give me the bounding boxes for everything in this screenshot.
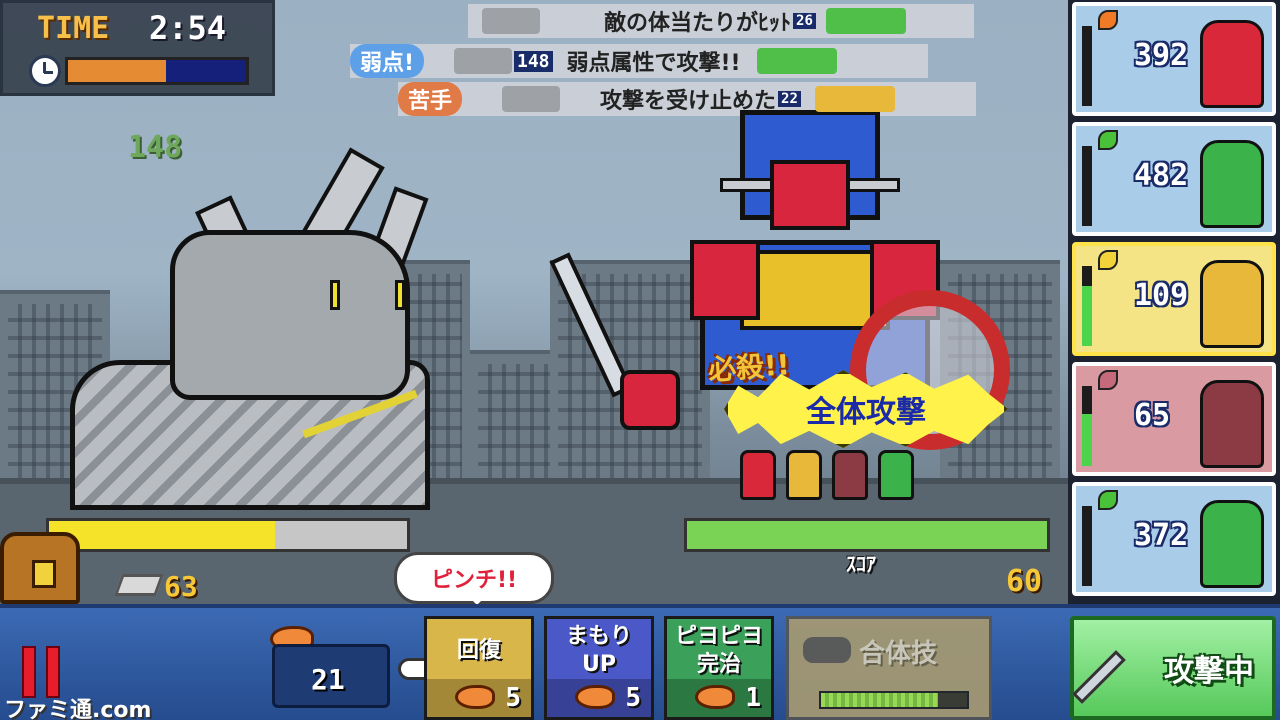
leaf-element-icon	[1098, 130, 1118, 150]
special-gauge	[1082, 386, 1092, 466]
fire-element-icon	[1098, 10, 1118, 30]
combo-charge-fill	[821, 693, 938, 707]
fish-icon	[695, 685, 735, 709]
hero-mini-icon	[814, 86, 895, 112]
hero-mini-icon	[756, 48, 837, 74]
defense-label-up: UP	[582, 652, 616, 677]
combo-label: 合体技	[859, 639, 938, 669]
ingot-icon	[113, 574, 165, 596]
treasure-chest-icon[interactable]	[0, 532, 80, 604]
clock-icon	[29, 55, 61, 87]
battle-log-row: 苦手 攻撃を受け止めた 22	[398, 82, 976, 116]
log-text: 敵の体当たりがﾋｯﾄ	[604, 11, 792, 36]
hero-sprite	[740, 450, 776, 500]
special-gauge	[1082, 146, 1092, 226]
command-bar: 21 回復 5 まもり UP 5 ピヨピヨ 完治 1 合体技 攻撃中	[0, 604, 1280, 720]
team-hp-bar	[684, 518, 1050, 552]
resist-tag: 苦手	[398, 82, 463, 116]
leaf-element-icon	[1098, 490, 1118, 510]
enemy-kaiju[interactable]	[60, 147, 440, 510]
hero-hp: 372	[1134, 518, 1189, 553]
hero-sprite	[832, 450, 868, 500]
team-card-thunder[interactable]: 109	[1072, 242, 1276, 356]
defense-label: まもり	[565, 624, 632, 649]
cure-label-2: 完治	[696, 652, 741, 677]
hero-party	[740, 440, 980, 500]
timer-progress-fill	[68, 60, 166, 82]
hero-hp: 482	[1134, 158, 1189, 193]
score-label: ｽｺｱ	[846, 552, 876, 576]
heal-cost: 5	[505, 683, 521, 713]
enemy-mini-icon	[482, 8, 540, 34]
hero-hp: 109	[1134, 278, 1189, 313]
hero-portrait	[1200, 140, 1264, 228]
dark-element-icon	[1098, 370, 1118, 390]
defense-cost: 5	[625, 683, 641, 713]
score-value: 60	[1006, 564, 1043, 599]
combo-charge-bar	[819, 691, 969, 709]
enemy-mini-icon	[454, 48, 512, 74]
hero-sprite	[878, 450, 914, 500]
fish-total: 21	[311, 663, 345, 696]
hero-mini-icon	[825, 8, 906, 34]
timer-value: 2:54	[149, 9, 227, 47]
enemy-hp-bar	[46, 518, 410, 552]
attack-label: 攻撃中	[1164, 654, 1254, 689]
log-damage: 22	[778, 91, 801, 107]
thunder-element-icon	[1098, 250, 1118, 270]
enemy-mini-icon	[502, 86, 560, 112]
battle-log-row: 敵の体当たりがﾋｯﾄ 26	[468, 4, 974, 38]
log-text: 弱点属性で攻撃!!	[566, 51, 741, 76]
log-text: 攻撃を受け止めた	[600, 89, 777, 114]
defense-up-button[interactable]: まもり UP 5	[544, 616, 654, 720]
hero-hp: 65	[1134, 398, 1171, 433]
pinch-speech-bubble: ピンチ!!	[394, 552, 554, 604]
heal-button[interactable]: 回復 5	[424, 616, 534, 720]
timer-progress-bar	[65, 57, 249, 85]
watermark: ファミ通.com	[4, 698, 152, 720]
combo-attack-button[interactable]: 合体技	[786, 616, 992, 720]
fish-total-box: 21	[272, 644, 390, 708]
fish-icon	[455, 685, 495, 709]
hero-hp: 392	[1134, 38, 1189, 73]
attack-button[interactable]: 攻撃中	[1070, 616, 1276, 720]
fish-icon	[575, 685, 615, 709]
ingot-count: 63	[164, 570, 198, 603]
cure-label: ピヨピヨ	[674, 624, 763, 649]
team-card-dark[interactable]: 65	[1072, 362, 1276, 476]
cure-button[interactable]: ピヨピヨ 完治 1	[664, 616, 774, 720]
sword-icon	[1072, 650, 1126, 704]
team-cards-panel: 392 482 109 65 372	[1068, 0, 1280, 604]
hero-portrait	[1200, 380, 1264, 468]
cure-cost: 1	[745, 683, 761, 713]
hero-portrait	[1200, 20, 1264, 108]
special-attack-name: 全体攻撃	[806, 395, 926, 430]
special-gauge	[1082, 266, 1092, 346]
special-gauge	[1082, 506, 1092, 586]
fist-icon	[803, 637, 851, 663]
battle-log-row: 弱点! 148 弱点属性で攻撃!!	[350, 44, 928, 78]
weakness-tag: 弱点!	[350, 44, 425, 78]
hero-sprite	[786, 450, 822, 500]
timer-label: TIME	[37, 11, 110, 46]
special-gauge	[1082, 26, 1092, 106]
hero-portrait	[1200, 260, 1264, 348]
team-card-leaf[interactable]: 482	[1072, 122, 1276, 236]
hero-portrait	[1200, 500, 1264, 588]
battle-field: TIME 2:54 敵の体当たりがﾋｯﾄ 26 弱点! 148 弱点属性で攻撃!…	[0, 0, 1068, 604]
team-hp-fill	[687, 521, 1047, 549]
enemy-hp-fill	[49, 521, 275, 549]
log-damage: 26	[793, 13, 816, 29]
log-damage: 148	[514, 50, 553, 72]
battle-timer: TIME 2:54	[0, 0, 275, 96]
pause-button[interactable]	[22, 646, 66, 698]
team-card-fire[interactable]: 392	[1072, 2, 1276, 116]
team-card-leaf-2[interactable]: 372	[1072, 482, 1276, 596]
heal-label: 回復	[456, 638, 501, 663]
